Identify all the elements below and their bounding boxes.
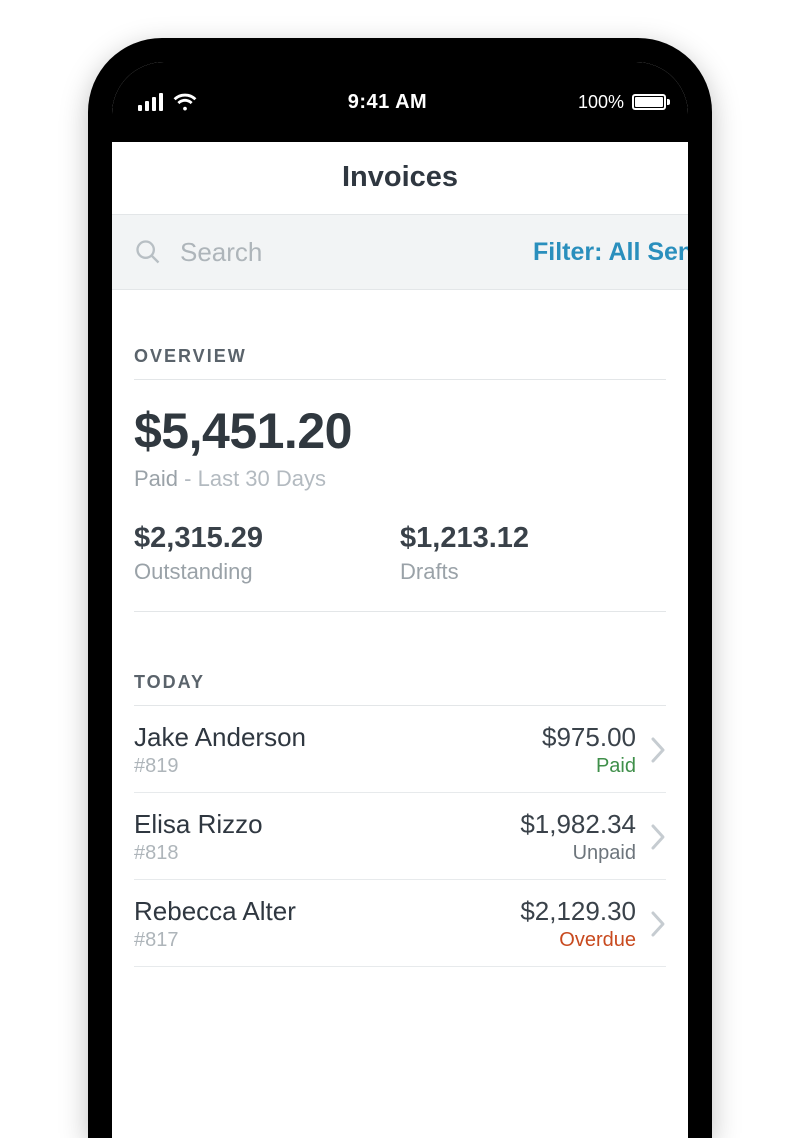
battery-icon [632, 94, 666, 110]
drafts-block: $1,213.12 Drafts [400, 522, 666, 585]
paid-amount: $5,451.20 [134, 402, 666, 460]
drafts-label: Drafts [400, 559, 666, 585]
overview-header: OVERVIEW [134, 318, 666, 380]
invoice-name: Rebecca Alter [134, 896, 520, 927]
phone-screen: 9:41 AM 100% Invoices Filt [112, 62, 688, 1138]
search-input[interactable] [180, 237, 515, 268]
invoice-amount: $2,129.30 [520, 896, 636, 927]
paid-sublabel: Paid - Last 30 Days [134, 466, 666, 492]
invoice-status: Unpaid [520, 842, 636, 865]
navbar: Invoices [112, 142, 688, 214]
page-title: Invoices [342, 161, 458, 194]
outstanding-amount: $2,315.29 [134, 522, 400, 555]
invoice-status: Paid [542, 755, 636, 778]
today-list: Jake Anderson#819$975.00PaidElisa Rizzo#… [134, 706, 666, 967]
invoice-amount: $1,982.34 [520, 809, 636, 840]
invoice-row[interactable]: Jake Anderson#819$975.00Paid [134, 706, 666, 793]
invoice-id: #819 [134, 755, 542, 778]
chevron-right-icon [650, 910, 666, 938]
outstanding-label: Outstanding [134, 559, 400, 585]
invoice-row[interactable]: Elisa Rizzo#818$1,982.34Unpaid [134, 793, 666, 880]
invoice-status: Overdue [520, 929, 636, 952]
overview-summary: $5,451.20 Paid - Last 30 Days $2,315.29 … [134, 380, 666, 612]
invoice-amount: $975.00 [542, 722, 636, 753]
wifi-icon [173, 93, 197, 111]
cell-signal-icon [138, 93, 163, 111]
invoice-name: Elisa Rizzo [134, 809, 520, 840]
phone-frame: 9:41 AM 100% Invoices Filt [88, 38, 712, 1138]
outstanding-block: $2,315.29 Outstanding [134, 522, 400, 585]
battery-percent: 100% [578, 92, 624, 113]
invoice-row[interactable]: Rebecca Alter#817$2,129.30Overdue [134, 880, 666, 967]
chevron-right-icon [650, 823, 666, 851]
paid-label-strong: Paid [134, 466, 178, 491]
paid-label-rest: - Last 30 Days [178, 466, 326, 491]
invoice-id: #817 [134, 929, 520, 952]
status-bar: 9:41 AM 100% [112, 62, 688, 142]
invoice-id: #818 [134, 842, 520, 865]
chevron-right-icon [650, 736, 666, 764]
status-time: 9:41 AM [348, 91, 427, 114]
search-bar: Filter: All Sent [112, 214, 688, 290]
today-header: TODAY [134, 644, 666, 706]
drafts-amount: $1,213.12 [400, 522, 666, 555]
invoice-name: Jake Anderson [134, 722, 542, 753]
search-icon [134, 238, 162, 266]
filter-button[interactable]: Filter: All Sent [533, 238, 688, 267]
